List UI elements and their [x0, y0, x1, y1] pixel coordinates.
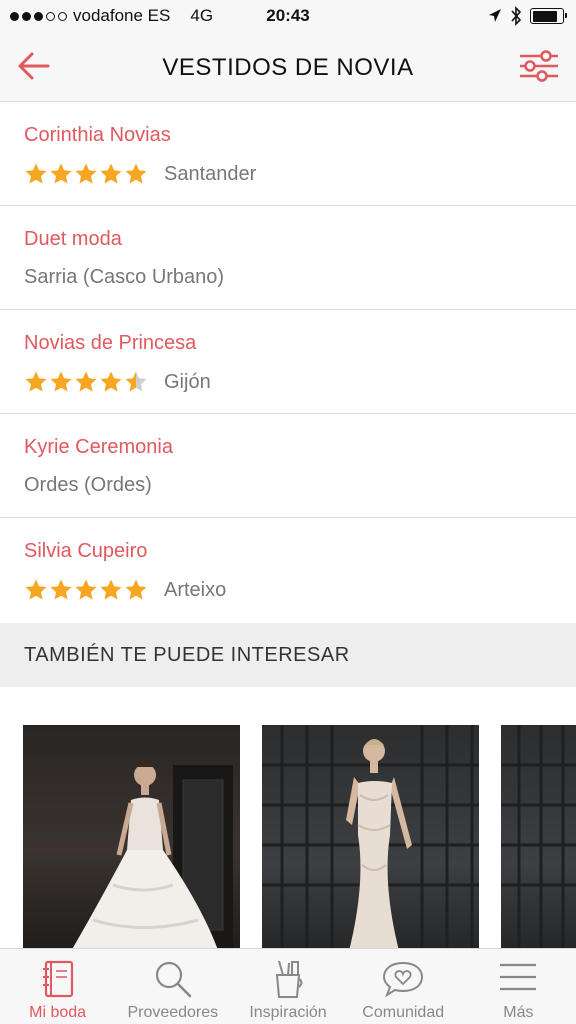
dress-photo	[72, 761, 233, 948]
sliders-icon[interactable]	[518, 46, 560, 86]
star-icon	[50, 371, 72, 392]
location-arrow-icon	[489, 9, 501, 22]
star-icon	[75, 579, 97, 600]
tab-label: Más	[503, 1004, 534, 1021]
section-title: TAMBIÉN TE PUEDE INTERESAR	[24, 644, 350, 666]
tab-label: Mi boda	[29, 1004, 87, 1021]
provider-meta: Santander	[24, 162, 256, 186]
provider-meta: Arteixo	[24, 578, 226, 602]
tab-label: Comunidad	[362, 1004, 445, 1021]
tab-label: Inspiración	[249, 1004, 327, 1021]
star-icon	[25, 579, 47, 600]
page-title: VESTIDOS DE NOVIA	[162, 54, 414, 81]
menu-icon	[500, 963, 537, 991]
star-icon	[75, 163, 97, 184]
list-item[interactable]: Novias de Princesa Gijón	[0, 310, 576, 414]
dress-card[interactable]	[262, 725, 479, 948]
dress-card[interactable]	[501, 725, 576, 948]
provider-meta: Gijón	[24, 370, 211, 394]
star-icon	[50, 163, 72, 184]
recommendations-carousel[interactable]	[0, 687, 576, 948]
heart-bubble-icon	[383, 961, 424, 998]
provider-meta: Ordes (Ordes)	[24, 474, 152, 497]
tab-mi-boda[interactable]: Mi boda	[0, 949, 115, 1024]
provider-name: Kyrie Ceremonia	[24, 436, 173, 458]
star-icon	[125, 163, 147, 184]
tab-label: Proveedores	[127, 1004, 219, 1021]
bluetooth-icon	[511, 6, 522, 26]
rating-stars	[24, 370, 148, 394]
star-icon	[125, 579, 147, 600]
star-icon	[100, 371, 122, 392]
tab-mas[interactable]: Más	[461, 949, 576, 1024]
provider-meta: Sarria (Casco Urbano)	[24, 266, 224, 289]
dress-photo	[501, 725, 576, 948]
tab-bar: Mi boda Proveedores Inspiración Comunida…	[0, 948, 576, 1024]
star-icon	[75, 371, 97, 392]
provider-list: Corinthia Novias Santander Duet moda Sar…	[0, 102, 576, 622]
provider-location: Arteixo	[164, 578, 227, 601]
provider-location: Sarria (Casco Urbano)	[24, 266, 225, 288]
provider-name: Corinthia Novias	[24, 124, 171, 146]
status-bar: vodafone ES 4G 20:43	[0, 0, 576, 32]
rating-stars	[24, 578, 148, 602]
tab-inspiracion[interactable]: Inspiración	[230, 949, 345, 1024]
provider-location: Gijón	[164, 370, 211, 393]
star-icon	[100, 163, 122, 184]
provider-location: Ordes (Ordes)	[24, 474, 152, 496]
dress-card[interactable]	[23, 725, 240, 948]
provider-name: Novias de Princesa	[24, 332, 197, 354]
star-icon	[125, 371, 147, 392]
pencil-cup-icon	[275, 960, 303, 998]
status-icons	[488, 6, 567, 26]
star-icon	[100, 579, 122, 600]
list-item[interactable]: Corinthia Novias Santander	[0, 102, 576, 206]
provider-name: Duet moda	[24, 228, 122, 250]
search-icon	[155, 961, 192, 998]
battery-icon	[530, 8, 567, 24]
provider-location: Santander	[164, 162, 257, 185]
tab-proveedores[interactable]: Proveedores	[115, 949, 230, 1024]
list-item[interactable]: Duet moda Sarria (Casco Urbano)	[0, 206, 576, 310]
notebook-icon	[42, 960, 73, 998]
star-icon	[25, 371, 47, 392]
rating-stars	[24, 162, 148, 186]
dress-photo	[262, 725, 479, 948]
tab-comunidad[interactable]: Comunidad	[346, 949, 461, 1024]
provider-name: Silvia Cupeiro	[24, 540, 148, 562]
list-item[interactable]: Kyrie Ceremonia Ordes (Ordes)	[0, 414, 576, 518]
star-icon	[50, 579, 72, 600]
list-item[interactable]: Silvia Cupeiro Arteixo	[0, 518, 576, 622]
star-icon	[25, 163, 47, 184]
section-header: TAMBIÉN TE PUEDE INTERESAR	[0, 623, 576, 687]
nav-bar: VESTIDOS DE NOVIA	[0, 32, 576, 102]
